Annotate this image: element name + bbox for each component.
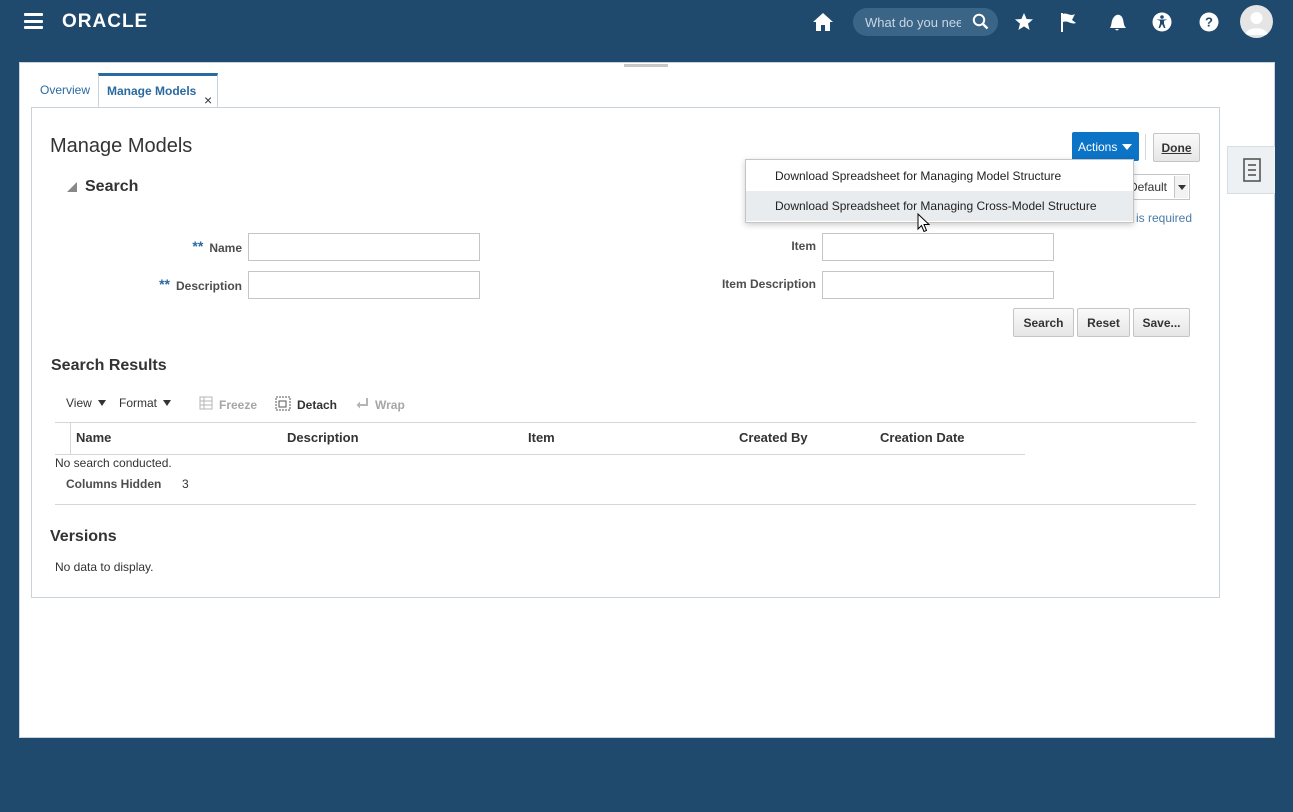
search-section-title[interactable]: Search (85, 178, 138, 196)
help-icon[interactable]: ? (1196, 9, 1222, 35)
chevron-down-icon (97, 400, 106, 406)
search-icon[interactable] (972, 13, 989, 33)
columns-hidden-label: Columns Hidden (66, 477, 162, 491)
global-search (853, 8, 998, 36)
contextual-panel-tab[interactable] (1227, 146, 1275, 194)
saved-search-value: Default (1128, 180, 1167, 194)
toolbar-separator (1145, 134, 1146, 160)
collapse-triangle-icon[interactable] (67, 182, 77, 192)
detach-button[interactable]: Detach (275, 396, 337, 414)
search-button[interactable]: Search (1013, 308, 1074, 337)
tab-manage-models-label: Manage Models (107, 84, 197, 98)
chevron-down-icon (1122, 144, 1132, 150)
versions-empty-text: No data to display. (55, 560, 154, 574)
document-icon (1242, 158, 1261, 182)
menu-item-download-model-structure[interactable]: Download Spreadsheet for Managing Model … (746, 161, 1133, 191)
menu-icon[interactable] (24, 13, 43, 29)
item-input[interactable] (822, 233, 1054, 261)
item-description-input[interactable] (822, 271, 1054, 299)
actions-dropdown-menu: Download Spreadsheet for Managing Model … (745, 159, 1134, 223)
menu-item-download-cross-model-structure[interactable]: Download Spreadsheet for Managing Cross-… (746, 191, 1133, 221)
table-divider (70, 423, 71, 454)
svg-text:?: ? (1205, 15, 1213, 30)
name-label: ** Name (192, 238, 242, 255)
notifications-bell-icon[interactable] (1104, 9, 1130, 35)
freeze-icon (199, 396, 213, 413)
reset-button[interactable]: Reset (1077, 308, 1130, 337)
versions-title: Versions (50, 528, 117, 545)
favorites-star-icon[interactable] (1011, 9, 1037, 35)
chevron-down-icon[interactable] (1174, 176, 1188, 198)
table-border (55, 422, 1196, 423)
freeze-button[interactable]: Freeze (199, 396, 257, 413)
table-header-border (55, 454, 1025, 455)
global-header: ORACLE ? (0, 0, 1293, 44)
global-search-input[interactable] (865, 14, 961, 30)
watchlist-flag-icon[interactable] (1057, 9, 1083, 35)
oracle-logo: ORACLE (62, 11, 149, 32)
user-avatar[interactable] (1240, 5, 1273, 38)
wrap-button[interactable]: Wrap (355, 396, 405, 413)
save-search-button[interactable]: Save... (1133, 308, 1190, 337)
page-title: Manage Models (50, 135, 193, 157)
done-button[interactable]: Done (1153, 133, 1200, 162)
accessibility-icon[interactable] (1149, 9, 1175, 35)
description-label: ** Description (159, 276, 242, 293)
column-header-description[interactable]: Description (287, 430, 359, 445)
columns-hidden-value: 3 (182, 477, 189, 491)
panel-resize-handle[interactable] (624, 64, 668, 67)
home-icon[interactable] (810, 9, 836, 35)
empty-results-text: No search conducted. (55, 456, 172, 470)
name-input[interactable] (248, 233, 480, 261)
tab-manage-models[interactable]: Manage Models × (98, 73, 218, 109)
tab-overview[interactable]: Overview (31, 73, 97, 108)
column-header-creation-date[interactable]: Creation Date (880, 430, 965, 445)
required-marker: ** (159, 276, 170, 292)
wrap-icon (355, 396, 369, 413)
column-header-item[interactable]: Item (528, 430, 555, 445)
detach-icon (275, 396, 291, 414)
mouse-pointer-icon (917, 212, 931, 236)
required-marker: ** (192, 238, 204, 254)
item-description-label: Item Description (721, 277, 816, 291)
table-bottom-border (55, 504, 1196, 505)
column-header-created-by[interactable]: Created By (739, 430, 808, 445)
actions-menu-button[interactable]: Actions (1072, 132, 1139, 161)
item-label: Item (791, 239, 816, 253)
format-menu[interactable]: Format (119, 396, 172, 410)
chevron-down-icon (163, 400, 172, 406)
search-results-title: Search Results (51, 357, 167, 374)
description-input[interactable] (248, 271, 480, 299)
column-header-name[interactable]: Name (76, 430, 111, 445)
actions-label: Actions (1078, 139, 1118, 154)
view-menu[interactable]: View (66, 396, 106, 410)
